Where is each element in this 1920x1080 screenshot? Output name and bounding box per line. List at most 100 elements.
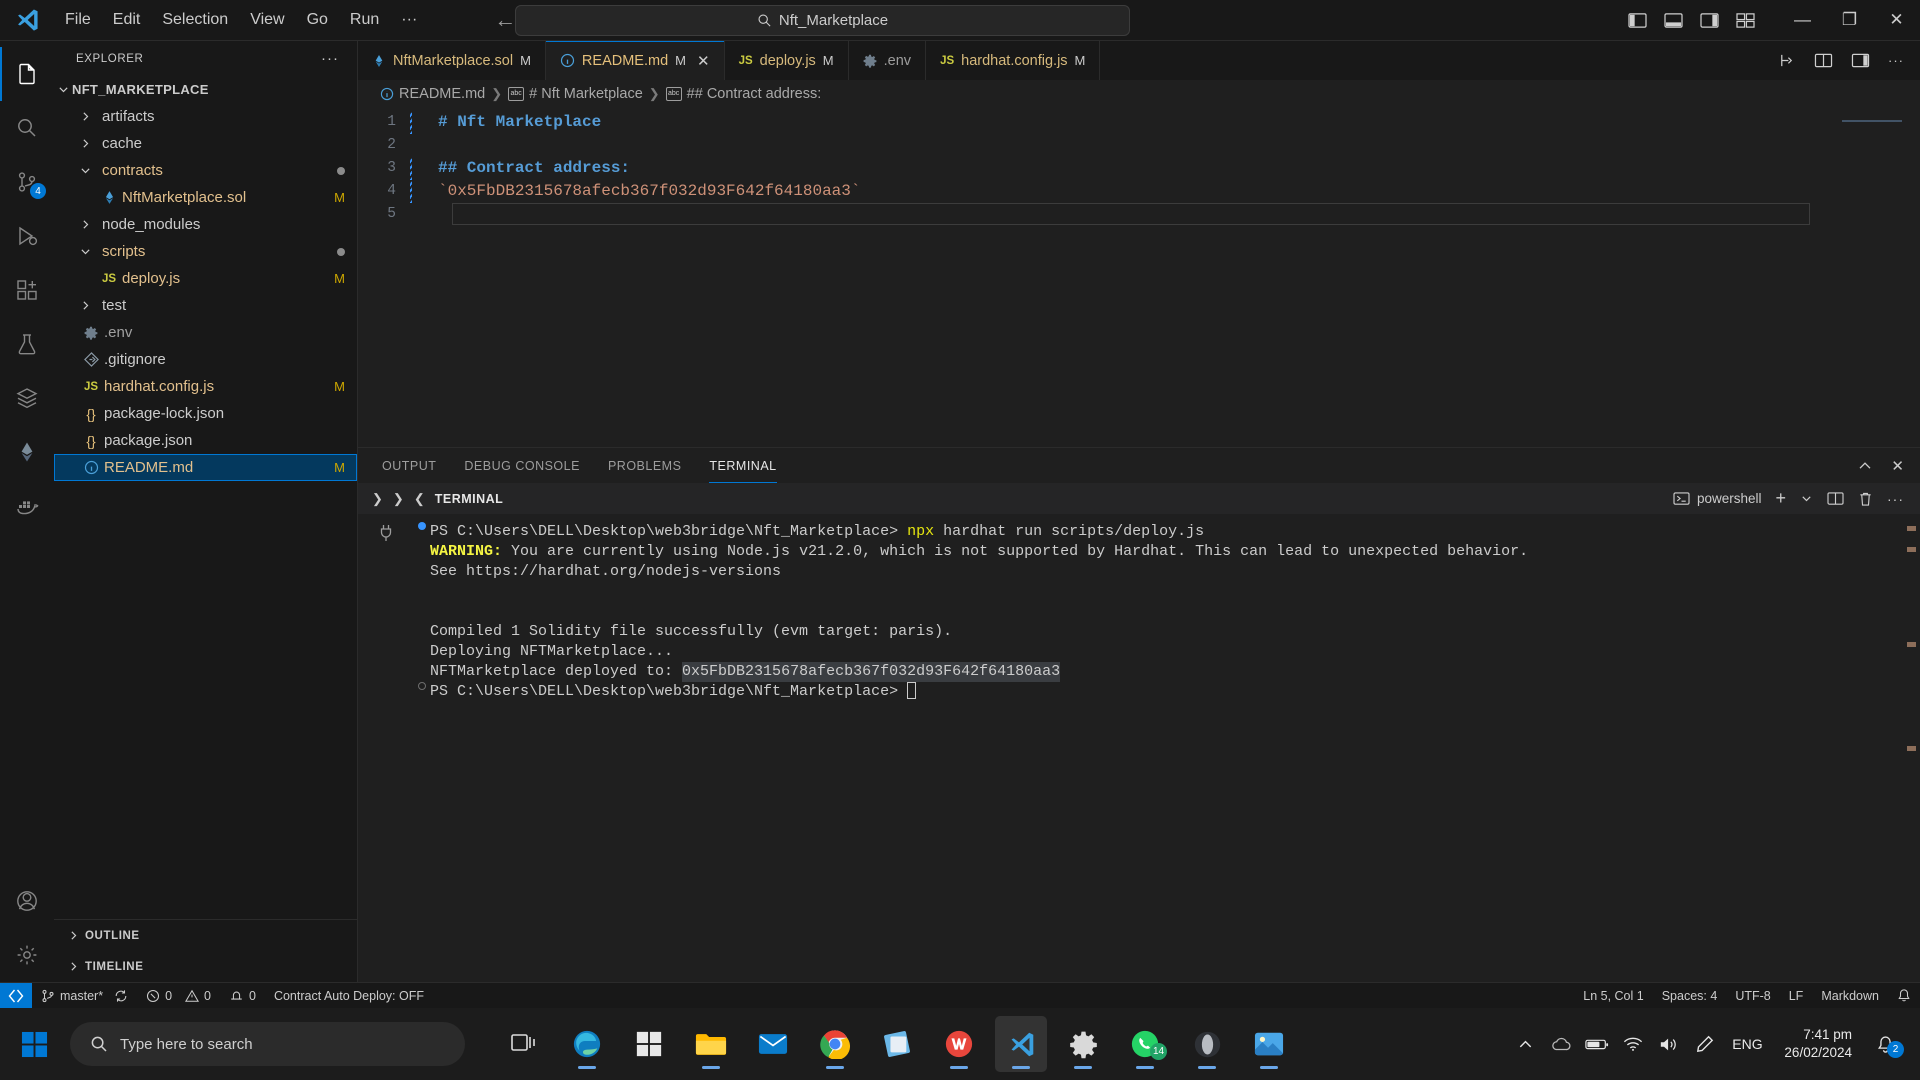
menu-file[interactable]: File	[54, 7, 102, 33]
trash-icon[interactable]	[1858, 491, 1873, 507]
activity-item-source-control[interactable]: 4	[0, 155, 54, 209]
tree-row-nftmarketplace-sol[interactable]: NftMarketplace.sol M	[54, 184, 357, 211]
notification-center-button[interactable]: 2	[1868, 1024, 1902, 1064]
taskbar-app-whatsapp[interactable]: 14	[1119, 1016, 1171, 1072]
menu-go[interactable]: Go	[296, 7, 339, 33]
cloud-icon[interactable]	[1546, 1024, 1576, 1064]
section-timeline[interactable]: TIMELINE	[54, 951, 357, 982]
taskbar-app-telegram[interactable]	[871, 1016, 923, 1072]
tree-row-package-lock-json[interactable]: {} package-lock.json	[54, 400, 357, 427]
tab-output[interactable]: OUTPUT	[382, 448, 436, 483]
activity-item-run-and-debug[interactable]	[0, 209, 54, 263]
minimap[interactable]	[1842, 114, 1902, 134]
activity-item-manage[interactable]	[0, 928, 54, 982]
input-language[interactable]: ENG	[1726, 1024, 1768, 1064]
tab-deploy-js[interactable]: JS deploy.js M	[725, 41, 849, 80]
status-language-mode[interactable]: Markdown	[1812, 983, 1888, 1009]
menu-selection[interactable]: Selection	[151, 7, 239, 33]
tab-nftmarketplace-sol[interactable]: NftMarketplace.sol M	[358, 41, 546, 80]
tree-row-package-json[interactable]: {} package.json	[54, 427, 357, 454]
split-terminal-icon[interactable]	[1827, 491, 1844, 506]
taskbar-app-microsoft-store[interactable]	[623, 1016, 675, 1072]
tree-row-env[interactable]: .env	[54, 319, 357, 346]
wifi-icon[interactable]	[1618, 1024, 1648, 1064]
status-eol[interactable]: LF	[1780, 983, 1813, 1009]
status-indentation[interactable]: Spaces: 4	[1653, 983, 1727, 1009]
close-icon[interactable]: ✕	[1891, 457, 1904, 475]
tab-hardhat-config-js[interactable]: JS hardhat.config.js M	[926, 41, 1100, 80]
minimize-button[interactable]: —	[1779, 0, 1826, 41]
status-notifications[interactable]	[1888, 983, 1920, 1009]
toggle-panel-icon[interactable]	[1664, 12, 1683, 29]
close-icon[interactable]: ✕	[697, 52, 710, 70]
activity-item-solidity[interactable]	[0, 425, 54, 479]
section-outline[interactable]: OUTLINE	[54, 920, 357, 951]
tree-row-scripts[interactable]: scripts	[54, 238, 357, 265]
toggle-layout-icon[interactable]	[1851, 52, 1870, 69]
status-cursor-position[interactable]: Ln 5, Col 1	[1574, 983, 1652, 1009]
activity-item-explorer[interactable]	[0, 47, 54, 101]
pen-icon[interactable]	[1690, 1024, 1720, 1064]
terminal-body[interactable]: PS C:\Users\DELL\Desktop\web3bridge\Nft_…	[358, 514, 1920, 982]
split-editor-icon[interactable]	[1777, 52, 1796, 69]
maximize-button[interactable]: ❐	[1826, 0, 1873, 41]
toggle-secondary-sidebar-icon[interactable]	[1700, 12, 1719, 29]
tree-row-test[interactable]: test	[54, 292, 357, 319]
tree-row-artifacts[interactable]: artifacts	[54, 103, 357, 130]
code-editor[interactable]: 1 # Nft Marketplace 2 3 ## Contract addr…	[358, 108, 1920, 447]
more-actions-icon[interactable]: ···	[321, 50, 339, 67]
terminal-shell-selector[interactable]: powershell	[1673, 491, 1762, 506]
activity-item-remote-explorer[interactable]	[0, 371, 54, 425]
tab-readme-md[interactable]: README.md M ✕	[546, 41, 725, 80]
tree-row-cache[interactable]: cache	[54, 130, 357, 157]
taskbar-app-settings[interactable]	[1057, 1016, 1109, 1072]
new-terminal-icon[interactable]: +	[1775, 488, 1786, 509]
more-actions-icon[interactable]: ···	[1888, 53, 1904, 68]
taskbar-app-photos[interactable]	[1243, 1016, 1295, 1072]
taskbar-app-google-chrome[interactable]	[809, 1016, 861, 1072]
chevron-up-icon[interactable]	[1857, 458, 1873, 474]
activity-item-docker[interactable]	[0, 479, 54, 533]
terminal-scrollbar[interactable]	[1906, 514, 1918, 982]
status-contract-auto-deploy[interactable]: Contract Auto Deploy: OFF	[265, 983, 433, 1009]
chevron-right-icon[interactable]: ❯	[372, 491, 383, 507]
taskbar-app-microsoft-edge[interactable]	[561, 1016, 613, 1072]
activity-item-testing[interactable]	[0, 317, 54, 371]
taskbar-app-file-explorer[interactable]	[685, 1016, 737, 1072]
chevron-down-icon[interactable]	[1800, 492, 1813, 505]
chevron-down-icon[interactable]: ❮	[414, 491, 425, 507]
tree-row-root[interactable]: NFT_MARKETPLACE	[54, 76, 357, 103]
tab-terminal[interactable]: TERMINAL	[709, 448, 776, 483]
customize-layout-icon[interactable]	[1736, 12, 1755, 29]
tree-row-readme-md[interactable]: README.md M	[54, 454, 357, 481]
tree-row-gitignore[interactable]: .gitignore	[54, 346, 357, 373]
command-center-search[interactable]: Nft_Marketplace	[515, 5, 1130, 36]
tree-row-contracts[interactable]: contracts	[54, 157, 357, 184]
tree-row-deploy-js[interactable]: JS deploy.js M	[54, 265, 357, 292]
chevron-right-icon[interactable]: ❯	[393, 491, 404, 507]
windows-start-icon[interactable]	[10, 1020, 58, 1068]
open-changes-icon[interactable]	[1814, 52, 1833, 69]
activity-item-search[interactable]	[0, 101, 54, 155]
tree-row-hardhat-config-js[interactable]: JS hardhat.config.js M	[54, 373, 357, 400]
tab-problems[interactable]: PROBLEMS	[608, 448, 681, 483]
more-actions-icon[interactable]: ···	[1887, 491, 1904, 507]
close-button[interactable]: ✕	[1873, 0, 1920, 41]
speaker-icon[interactable]	[1654, 1024, 1684, 1064]
status-problems[interactable]: 0 0	[137, 983, 220, 1009]
tree-row-node-modules[interactable]: node_modules	[54, 211, 357, 238]
taskbar-app-wps-office[interactable]	[933, 1016, 985, 1072]
breadcrumb-item-file[interactable]: README.md	[380, 86, 485, 102]
toggle-primary-sidebar-icon[interactable]	[1628, 12, 1647, 29]
tab-debug-console[interactable]: DEBUG CONSOLE	[464, 448, 580, 483]
menu-run[interactable]: Run	[339, 7, 390, 33]
taskbar-app-opera[interactable]	[1181, 1016, 1233, 1072]
status-ports[interactable]: 0	[220, 983, 265, 1009]
activity-item-extensions[interactable]	[0, 263, 54, 317]
editor-scrollbar[interactable]	[1906, 108, 1920, 447]
taskbar-clock[interactable]: 7:41 pm 26/02/2024	[1774, 1026, 1862, 1062]
status-branch[interactable]: master*	[32, 983, 137, 1009]
taskbar-app-task-view[interactable]	[499, 1016, 551, 1072]
breadcrumb-item-symbol-1[interactable]: abc # Nft Marketplace	[508, 86, 643, 102]
taskbar-app-visual-studio-code[interactable]	[995, 1016, 1047, 1072]
